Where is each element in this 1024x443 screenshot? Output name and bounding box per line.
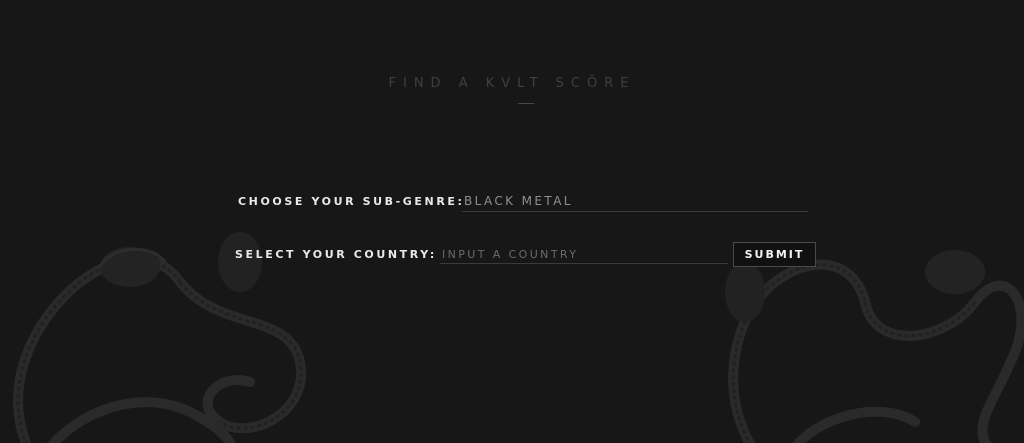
- country-field[interactable]: [440, 244, 730, 264]
- submit-button[interactable]: SUBMIT: [733, 242, 816, 267]
- country-input[interactable]: [440, 248, 730, 261]
- genre-select[interactable]: BLACK METAL: [462, 192, 808, 212]
- title-divider: [518, 103, 534, 104]
- page: FIND A KVLT SCÖRE CHOOSE YOUR SUB-GENRE:…: [0, 0, 1024, 443]
- genre-value: BLACK METAL: [464, 194, 573, 208]
- page-title: FIND A KVLT SCÖRE: [388, 76, 636, 91]
- genre-label: CHOOSE YOUR SUB-GENRE:: [238, 195, 465, 208]
- country-label: SELECT YOUR COUNTRY:: [235, 248, 437, 261]
